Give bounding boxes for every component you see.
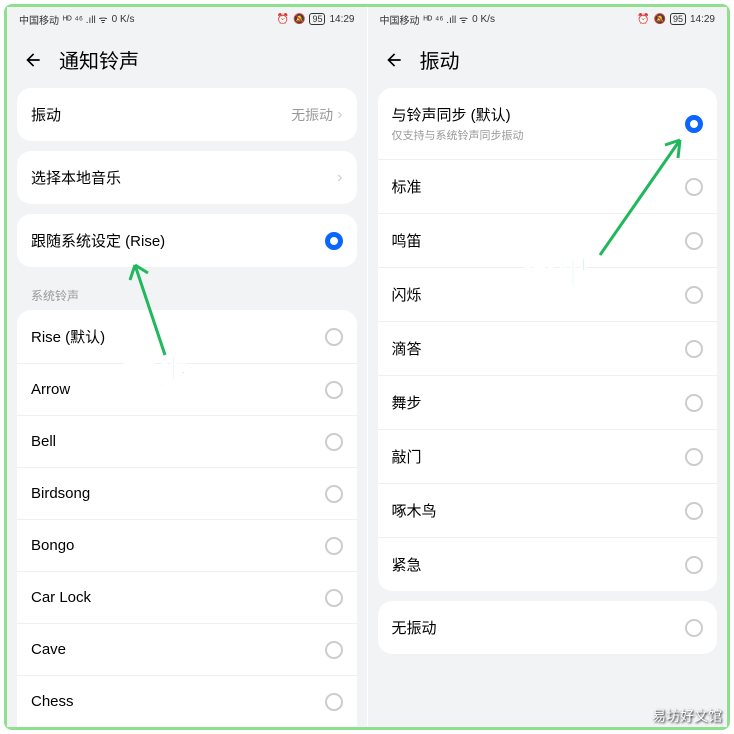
row-label: 舞步 [392,392,422,413]
status-bar: 中国移动 ᴴᴰ ⁴⁶ .ıll ᯤ 0 K/s ⏰ 🔕 95 14:29 [7,7,367,31]
vibration-pattern-row[interactable]: 标准 [378,159,718,213]
row-label: Chess [31,693,74,710]
local-music-row[interactable]: 选择本地音乐 › [17,151,357,204]
ringtone-row[interactable]: Car Lock [17,571,357,623]
row-label: Bell [31,433,56,450]
phone-right: 中国移动 ᴴᴰ ⁴⁶ .ıll ᯤ 0 K/s ⏰ 🔕 95 14:29 振动 … [367,7,728,727]
section-label: 系统铃声 [17,277,357,310]
row-label: 敲门 [392,446,422,467]
ringtone-row[interactable]: Chess [17,675,357,727]
radio-icon[interactable] [685,178,703,196]
vibration-pattern-row[interactable]: 敲门 [378,429,718,483]
alarm-icon: ⏰ [277,14,289,25]
row-sublabel: 仅支持与系统铃声同步振动 [392,127,524,143]
back-icon[interactable] [384,50,404,70]
net-speed: 0 K/s [112,14,135,25]
vibration-pattern-row[interactable]: 滴答 [378,321,718,375]
mute-icon: 🔕 [654,14,666,25]
signal-icons: ᴴᴰ ⁴⁶ .ıll ᯤ [63,12,108,26]
radio-icon[interactable] [325,381,343,399]
radio-icon[interactable] [325,485,343,503]
header: 通知铃声 [7,31,367,88]
row-label: Rise (默认) [31,326,105,347]
radio-icon[interactable] [325,433,343,451]
row-label: 闪烁 [392,284,422,305]
carrier-label: 中国移动 [380,12,420,27]
status-bar: 中国移动 ᴴᴰ ⁴⁶ .ıll ᯤ 0 K/s ⏰ 🔕 95 14:29 [368,7,728,31]
ringtone-row[interactable]: Birdsong [17,467,357,519]
radio-icon[interactable] [685,286,703,304]
row-value: 无振动 [291,105,333,125]
sync-ringtone-row[interactable]: 与铃声同步 (默认) 仅支持与系统铃声同步振动 [378,88,718,159]
row-label: 无振动 [392,617,437,638]
ringtone-row[interactable]: Cave [17,623,357,675]
radio-icon[interactable] [685,448,703,466]
signal-icons: ᴴᴰ ⁴⁶ .ıll ᯤ [424,12,469,26]
radio-icon[interactable] [325,693,343,711]
page-title: 振动 [420,45,460,74]
row-label: 振动 [31,104,61,125]
row-label: 鸣笛 [392,230,422,251]
chevron-right-icon: › [337,106,342,124]
row-label: Cave [31,641,66,658]
row-label: Bongo [31,537,74,554]
page-title: 通知铃声 [59,45,139,74]
row-label: Birdsong [31,485,90,502]
radio-icon[interactable] [685,556,703,574]
row-label: Arrow [31,381,70,398]
row-label: 标准 [392,176,422,197]
radio-selected-icon[interactable] [325,232,343,250]
watermark: 易坊好文馆 [652,706,722,726]
row-label: 与铃声同步 (默认) [392,104,524,125]
time-label: 14:29 [690,14,715,25]
radio-icon[interactable] [325,328,343,346]
follow-system-row[interactable]: 跟随系统设定 (Rise) [17,214,357,267]
vibration-pattern-row[interactable]: 紧急 [378,537,718,591]
row-label: Car Lock [31,589,91,606]
radio-selected-icon[interactable] [685,115,703,133]
row-label: 滴答 [392,338,422,359]
time-label: 14:29 [329,14,354,25]
radio-icon[interactable] [325,537,343,555]
ringtone-row[interactable]: Bell [17,415,357,467]
radio-icon[interactable] [685,394,703,412]
row-label: 紧急 [392,554,422,575]
vibration-pattern-row[interactable]: 闪烁 [378,267,718,321]
radio-icon[interactable] [685,619,703,637]
alarm-icon: ⏰ [637,14,649,25]
radio-icon[interactable] [325,589,343,607]
ringtone-row[interactable]: Bongo [17,519,357,571]
chevron-right-icon: › [337,169,342,187]
vibration-pattern-row[interactable]: 舞步 [378,375,718,429]
vibration-row[interactable]: 振动 无振动› [17,88,357,141]
radio-icon[interactable] [685,502,703,520]
no-vibration-row[interactable]: 无振动 [378,601,718,654]
header: 振动 [368,31,728,88]
radio-icon[interactable] [685,232,703,250]
battery-label: 95 [670,13,686,25]
back-icon[interactable] [23,50,43,70]
vibration-pattern-row[interactable]: 鸣笛 [378,213,718,267]
vibration-pattern-row[interactable]: 啄木鸟 [378,483,718,537]
radio-icon[interactable] [325,641,343,659]
net-speed: 0 K/s [472,14,495,25]
ringtone-row[interactable]: Arrow [17,363,357,415]
radio-icon[interactable] [685,340,703,358]
mute-icon: 🔕 [293,14,305,25]
ringtone-row[interactable]: Rise (默认) [17,310,357,363]
row-label: 选择本地音乐 [31,167,121,188]
battery-label: 95 [309,13,325,25]
phone-left: 中国移动 ᴴᴰ ⁴⁶ .ıll ᯤ 0 K/s ⏰ 🔕 95 14:29 通知铃… [7,7,367,727]
carrier-label: 中国移动 [19,12,59,27]
row-label: 跟随系统设定 (Rise) [31,230,165,251]
row-label: 啄木鸟 [392,500,437,521]
